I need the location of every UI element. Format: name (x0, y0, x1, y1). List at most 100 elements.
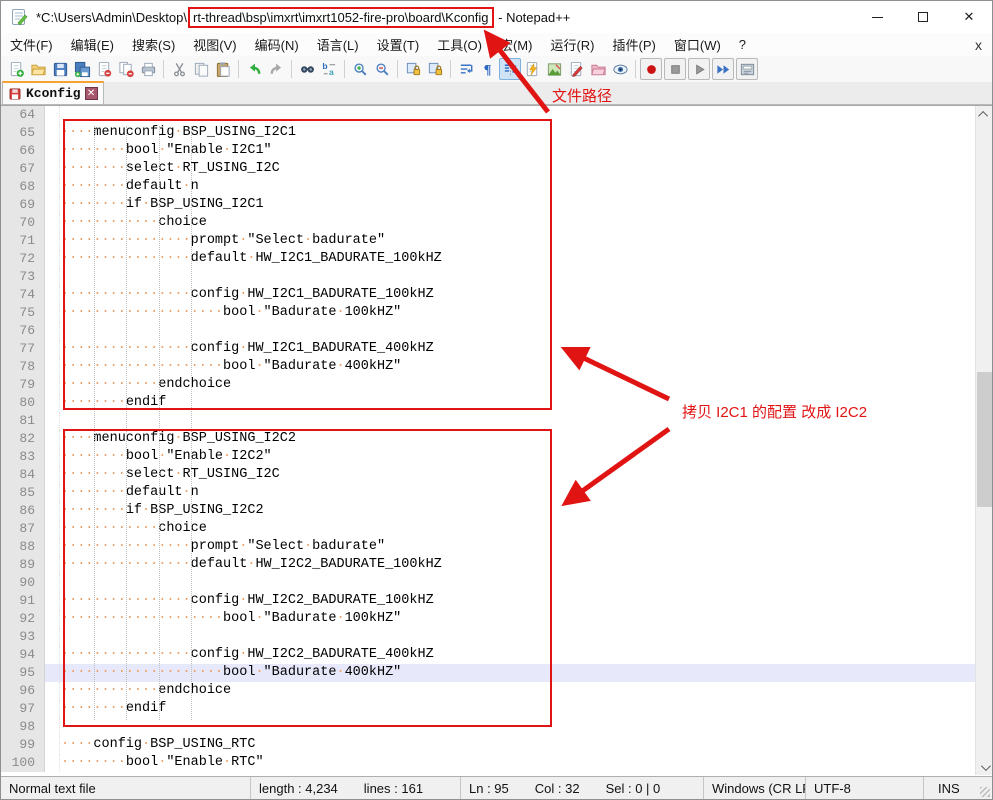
menu-item-5[interactable]: 语言(L) (308, 32, 368, 57)
bookmark-margin[interactable] (45, 214, 60, 232)
tab-close-icon[interactable]: ✕ (85, 87, 98, 100)
vertical-scrollbar[interactable] (975, 106, 992, 775)
macro-stop-button[interactable] (664, 58, 686, 80)
bookmark-margin[interactable] (45, 700, 60, 718)
menu-item-4[interactable]: 编码(N) (246, 32, 308, 57)
print-button[interactable] (137, 58, 159, 80)
line-number[interactable]: 73 (1, 268, 45, 286)
save-all-button[interactable] (71, 58, 93, 80)
line-number[interactable]: 97 (1, 700, 45, 718)
line-number[interactable]: 68 (1, 178, 45, 196)
bookmark-margin[interactable] (45, 610, 60, 628)
replace-button[interactable]: ba (318, 58, 340, 80)
undo-button[interactable] (243, 58, 265, 80)
bookmark-margin[interactable] (45, 664, 60, 682)
bookmark-margin[interactable] (45, 592, 60, 610)
line-number[interactable]: 100 (1, 754, 45, 772)
bookmark-margin[interactable] (45, 466, 60, 484)
line-number[interactable]: 95 (1, 664, 45, 682)
sync-horizontal-scroll-button[interactable] (424, 58, 446, 80)
function-completion-button[interactable] (521, 58, 543, 80)
bookmark-margin[interactable] (45, 232, 60, 250)
line-number[interactable]: 83 (1, 448, 45, 466)
macro-save-button[interactable] (736, 58, 758, 80)
document-monitor-button[interactable] (609, 58, 631, 80)
bookmark-margin[interactable] (45, 430, 60, 448)
bookmark-margin[interactable] (45, 448, 60, 466)
line-number[interactable]: 64 (1, 106, 45, 124)
status-encoding[interactable]: UTF-8 (806, 777, 924, 799)
line-number[interactable]: 85 (1, 484, 45, 502)
bookmark-margin[interactable] (45, 520, 60, 538)
word-wrap-button[interactable] (455, 58, 477, 80)
scroll-down-button[interactable] (976, 759, 992, 775)
minimize-button[interactable] (854, 1, 900, 33)
line-number[interactable]: 89 (1, 556, 45, 574)
macro-run-multiple-button[interactable] (712, 58, 734, 80)
menu-item-2[interactable]: 搜索(S) (123, 32, 184, 57)
line-number[interactable]: 98 (1, 718, 45, 736)
bookmark-margin[interactable] (45, 646, 60, 664)
folder-as-workspace-button[interactable] (587, 58, 609, 80)
line-number[interactable]: 82 (1, 430, 45, 448)
bookmark-margin[interactable] (45, 160, 60, 178)
bookmark-margin[interactable] (45, 538, 60, 556)
bookmark-margin[interactable] (45, 124, 60, 142)
menu-item-8[interactable]: 宏(M) (491, 32, 542, 57)
line-number[interactable]: 76 (1, 322, 45, 340)
line-number[interactable]: 86 (1, 502, 45, 520)
menu-item-3[interactable]: 视图(V) (184, 32, 245, 57)
editor-area[interactable]: 6465····menuconfig·BSP_USING_I2C166·····… (1, 105, 992, 775)
status-insert-mode[interactable]: INS (924, 777, 968, 799)
bookmark-margin[interactable] (45, 322, 60, 340)
line-number[interactable]: 92 (1, 610, 45, 628)
tab-kconfig[interactable]: Kconfig ✕ (2, 81, 104, 104)
bookmark-margin[interactable] (45, 574, 60, 592)
bookmark-margin[interactable] (45, 484, 60, 502)
redo-button[interactable] (265, 58, 287, 80)
bookmark-margin[interactable] (45, 736, 60, 754)
resize-grip[interactable] (980, 787, 990, 797)
bookmark-margin[interactable] (45, 394, 60, 412)
menu-item-1[interactable]: 编辑(E) (62, 32, 123, 57)
bookmark-margin[interactable] (45, 268, 60, 286)
close-all-button[interactable] (115, 58, 137, 80)
bookmark-margin[interactable] (45, 196, 60, 214)
line-number[interactable]: 71 (1, 232, 45, 250)
line-number[interactable]: 65 (1, 124, 45, 142)
line-number[interactable]: 79 (1, 376, 45, 394)
bookmark-margin[interactable] (45, 682, 60, 700)
menu-close-document-icon[interactable]: x (975, 37, 982, 53)
bookmark-margin[interactable] (45, 376, 60, 394)
line-number[interactable]: 66 (1, 142, 45, 160)
new-file-button[interactable] (5, 58, 27, 80)
close-file-button[interactable] (93, 58, 115, 80)
line-number[interactable]: 91 (1, 592, 45, 610)
cut-button[interactable] (168, 58, 190, 80)
line-number[interactable]: 93 (1, 628, 45, 646)
save-file-button[interactable] (49, 58, 71, 80)
open-file-button[interactable] (27, 58, 49, 80)
line-number[interactable]: 87 (1, 520, 45, 538)
bookmark-margin[interactable] (45, 718, 60, 736)
bookmark-margin[interactable] (45, 412, 60, 430)
line-number[interactable]: 96 (1, 682, 45, 700)
bookmark-margin[interactable] (45, 250, 60, 268)
close-button[interactable]: ✕ (946, 1, 992, 33)
sync-vertical-scroll-button[interactable] (402, 58, 424, 80)
scrollbar-thumb[interactable] (977, 372, 992, 507)
menu-item-0[interactable]: 文件(F) (1, 32, 62, 57)
line-number[interactable]: 72 (1, 250, 45, 268)
line-number[interactable]: 84 (1, 466, 45, 484)
bookmark-margin[interactable] (45, 628, 60, 646)
bookmark-margin[interactable] (45, 178, 60, 196)
menu-item-11[interactable]: 窗口(W) (665, 32, 730, 57)
scroll-up-button[interactable] (976, 106, 992, 123)
line-number[interactable]: 99 (1, 736, 45, 754)
menu-item-6[interactable]: 设置(T) (368, 32, 429, 57)
indent-guide-button[interactable] (499, 58, 521, 80)
macro-play-button[interactable] (688, 58, 710, 80)
bookmark-margin[interactable] (45, 304, 60, 322)
line-number[interactable]: 74 (1, 286, 45, 304)
line-number[interactable]: 69 (1, 196, 45, 214)
